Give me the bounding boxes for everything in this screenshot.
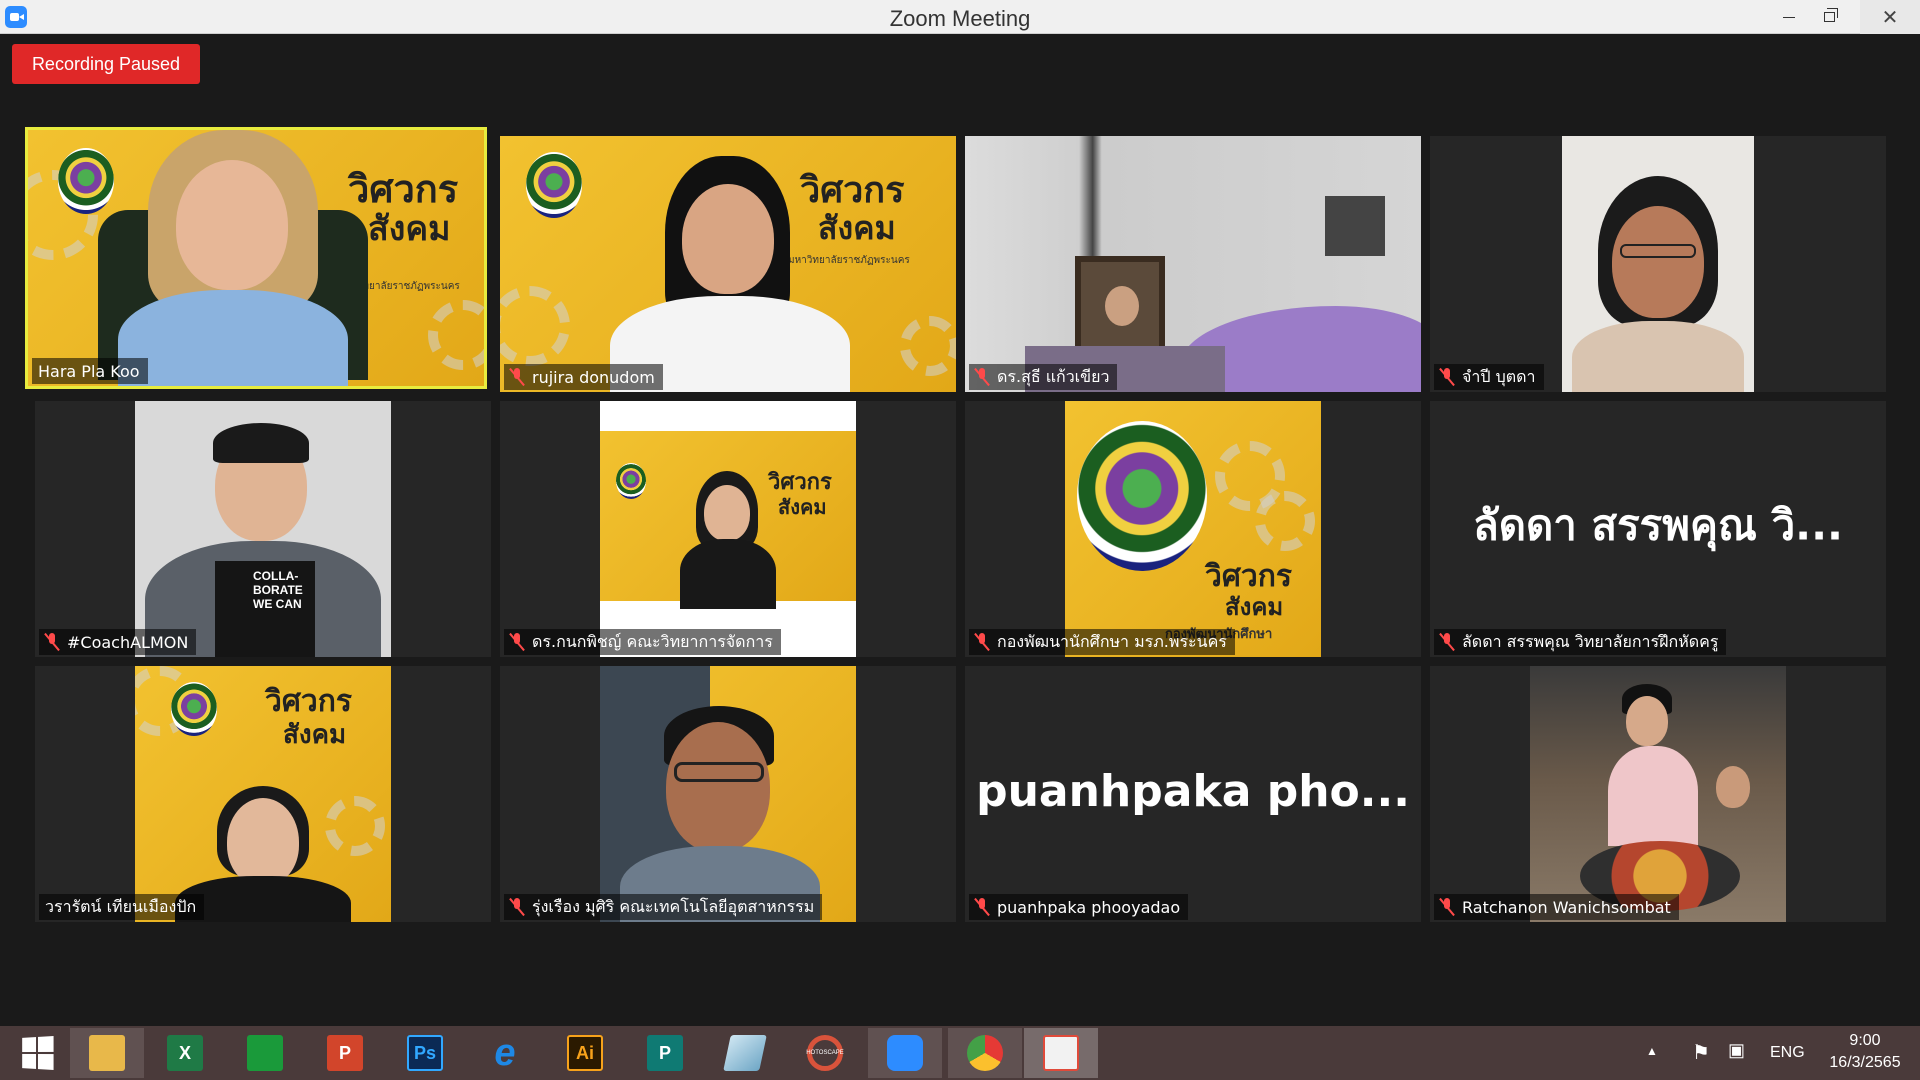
- participant-placeholder-name: ลัดดา สรรพคุณ วิ...: [1472, 500, 1844, 550]
- participant-tile[interactable]: COLLA- BORATE WE CAN #CoachALMON: [35, 401, 491, 657]
- taskbar-app-photoscape[interactable]: HOTOSCAPE: [788, 1028, 862, 1078]
- muted-mic-icon: [510, 898, 524, 916]
- network-icon[interactable]: ▣: [1728, 1040, 1745, 1061]
- participant-tile[interactable]: puanhpaka pho... puanhpaka phooyadao: [965, 666, 1421, 922]
- notepad-icon: [723, 1035, 767, 1071]
- taskbar-app-file-explorer[interactable]: [70, 1028, 144, 1078]
- muted-mic-icon: [45, 633, 59, 651]
- muted-mic-icon: [975, 368, 989, 386]
- recording-status-badge[interactable]: Recording Paused: [12, 44, 200, 84]
- folder-icon: [89, 1035, 125, 1071]
- muted-mic-icon: [510, 368, 524, 386]
- university-seal: [171, 682, 217, 736]
- ie-icon: e: [494, 1031, 516, 1074]
- participant-video: วิศวกร สังคม มหาวิทยาลัยราชภัฏพระนคร: [500, 136, 956, 392]
- participant-video: COLLA- BORATE WE CAN: [135, 401, 391, 657]
- language-indicator[interactable]: ENG: [1770, 1044, 1805, 1062]
- title-bar: Zoom Meeting ✕: [0, 0, 1920, 34]
- windows-taskbar: X P Ps e Ai P HOTOSCAPE ▲ ⚑ ▣ ENG 9:00 1…: [0, 1026, 1920, 1080]
- university-seal: [1077, 421, 1207, 571]
- paint-icon: [1043, 1035, 1079, 1071]
- participant-tile[interactable]: ลัดดา สรรพคุณ วิ... ลัดดา สรรพคุณ วิทยาล…: [1430, 401, 1886, 657]
- windows-logo-icon: [22, 1036, 54, 1070]
- participant-name-tag: ดร.กนกพิชญ์ คณะวิทยาการจัดการ: [504, 629, 781, 655]
- restore-icon: [1823, 8, 1838, 22]
- clock-date: 16/3/2565: [1829, 1054, 1901, 1071]
- excel-icon: X: [167, 1035, 203, 1071]
- participant-tile[interactable]: รุ่งเรือง มุศิริ คณะเทคโนโลยีอุตสาหกรรม: [500, 666, 956, 922]
- participant-video: วิศวกร สังคม กองพัฒนานักศึกษา: [1065, 401, 1321, 657]
- taskbar-app-publisher[interactable]: P: [628, 1028, 702, 1078]
- participant-video: [600, 666, 856, 922]
- taskbar-app-zoom[interactable]: [868, 1028, 942, 1078]
- window-title: Zoom Meeting: [889, 6, 1031, 31]
- university-seal: [526, 152, 582, 218]
- participant-name-tag: ลัดดา สรรพคุณ วิทยาลัยการฝึกหัดครู: [1434, 629, 1727, 655]
- close-button[interactable]: ✕: [1860, 0, 1920, 34]
- university-seal: [616, 463, 646, 499]
- participant-name-tag: puanhpaka phooyadao: [969, 894, 1189, 920]
- taskbar-app-notepad[interactable]: [708, 1028, 782, 1078]
- participant-video: [1562, 136, 1754, 392]
- participant-tile[interactable]: วิศวกร สังคม วรารัตน์ เทียนเมืองปัก: [35, 666, 491, 922]
- store-icon: [247, 1035, 283, 1071]
- muted-mic-icon: [1440, 368, 1454, 386]
- taskbar-app-store[interactable]: [228, 1028, 302, 1078]
- participant-tile[interactable]: วิศวกร สังคม มหาวิทยาลัยราชภัฏพระนคร Har…: [25, 127, 487, 389]
- system-clock[interactable]: 9:00 16/3/2565: [1810, 1030, 1920, 1074]
- meeting-gallery: Recording Paused วิศวกร สังคม มหาวิทยาลั…: [0, 34, 1920, 1026]
- participant-name-tag: กองพัฒนานักศึกษา มรภ.พระนคร: [969, 629, 1235, 655]
- muted-mic-icon: [1440, 898, 1454, 916]
- illustrator-icon: Ai: [567, 1035, 603, 1071]
- action-center-flag-icon[interactable]: ⚑: [1692, 1040, 1710, 1065]
- shirt-print: COLLA- BORATE WE CAN: [253, 569, 303, 611]
- restore-button[interactable]: [1806, 0, 1852, 34]
- participant-video: [965, 136, 1421, 392]
- participant-name-tag: Ratchanon Wanichsombat: [1434, 894, 1679, 920]
- chrome-icon: [967, 1035, 1003, 1071]
- participant-video: วิศวกร สังคม มหาวิทยาลัยราชภัฏพระนคร: [28, 130, 484, 386]
- powerpoint-icon: P: [327, 1035, 363, 1071]
- show-hidden-icons-button[interactable]: ▲: [1646, 1044, 1658, 1058]
- participant-name-tag: #CoachALMON: [39, 629, 197, 655]
- participant-video: [1530, 666, 1786, 922]
- minimize-icon: [1783, 16, 1795, 18]
- taskbar-app-paint[interactable]: [1024, 1028, 1098, 1078]
- close-icon: ✕: [1881, 6, 1899, 29]
- participant-placeholder-name: puanhpaka pho...: [976, 765, 1410, 817]
- participant-name-tag: วรารัตน์ เทียนเมืองปัก: [39, 894, 205, 920]
- participant-video: วิศวกร สังคม: [600, 401, 856, 657]
- taskbar-app-photoshop[interactable]: Ps: [388, 1028, 462, 1078]
- participant-video: วิศวกร สังคม: [135, 666, 391, 922]
- start-button[interactable]: [0, 1028, 74, 1078]
- participant-tile[interactable]: Ratchanon Wanichsombat: [1430, 666, 1886, 922]
- publisher-icon: P: [647, 1035, 683, 1071]
- taskbar-app-internet-explorer[interactable]: e: [468, 1028, 542, 1078]
- muted-mic-icon: [1440, 633, 1454, 651]
- photoscape-icon: HOTOSCAPE: [806, 1035, 844, 1071]
- zoom-icon: [887, 1035, 923, 1071]
- photoshop-icon: Ps: [407, 1035, 443, 1071]
- participant-tile[interactable]: วิศวกร สังคม ดร.กนกพิชญ์ คณะวิทยาการจัดก…: [500, 401, 956, 657]
- participant-name-tag: Hara Pla Koo: [32, 358, 148, 384]
- participant-name-tag: รุ่งเรือง มุศิริ คณะเทคโนโลยีอุตสาหกรรม: [504, 894, 823, 920]
- participant-tile[interactable]: ดร.สุธี แก้วเขียว: [965, 136, 1421, 392]
- participant-tile[interactable]: วิศวกร สังคม มหาวิทยาลัยราชภัฏพระนคร ruj…: [500, 136, 956, 392]
- muted-mic-icon: [510, 633, 524, 651]
- muted-mic-icon: [975, 633, 989, 651]
- participant-name-tag: ดร.สุธี แก้วเขียว: [969, 364, 1118, 390]
- participant-name-tag: จำปี บุตดา: [1434, 364, 1544, 390]
- taskbar-app-excel[interactable]: X: [148, 1028, 222, 1078]
- taskbar-app-powerpoint[interactable]: P: [308, 1028, 382, 1078]
- taskbar-app-illustrator[interactable]: Ai: [548, 1028, 622, 1078]
- taskbar-app-chrome[interactable]: [948, 1028, 1022, 1078]
- participant-name-tag: rujira donudom: [504, 364, 663, 390]
- participant-tile[interactable]: วิศวกร สังคม กองพัฒนานักศึกษา กองพัฒนานั…: [965, 401, 1421, 657]
- university-seal: [58, 148, 114, 214]
- participant-tile[interactable]: จำปี บุตดา: [1430, 136, 1886, 392]
- clock-time: 9:00: [1849, 1032, 1881, 1049]
- muted-mic-icon: [975, 898, 989, 916]
